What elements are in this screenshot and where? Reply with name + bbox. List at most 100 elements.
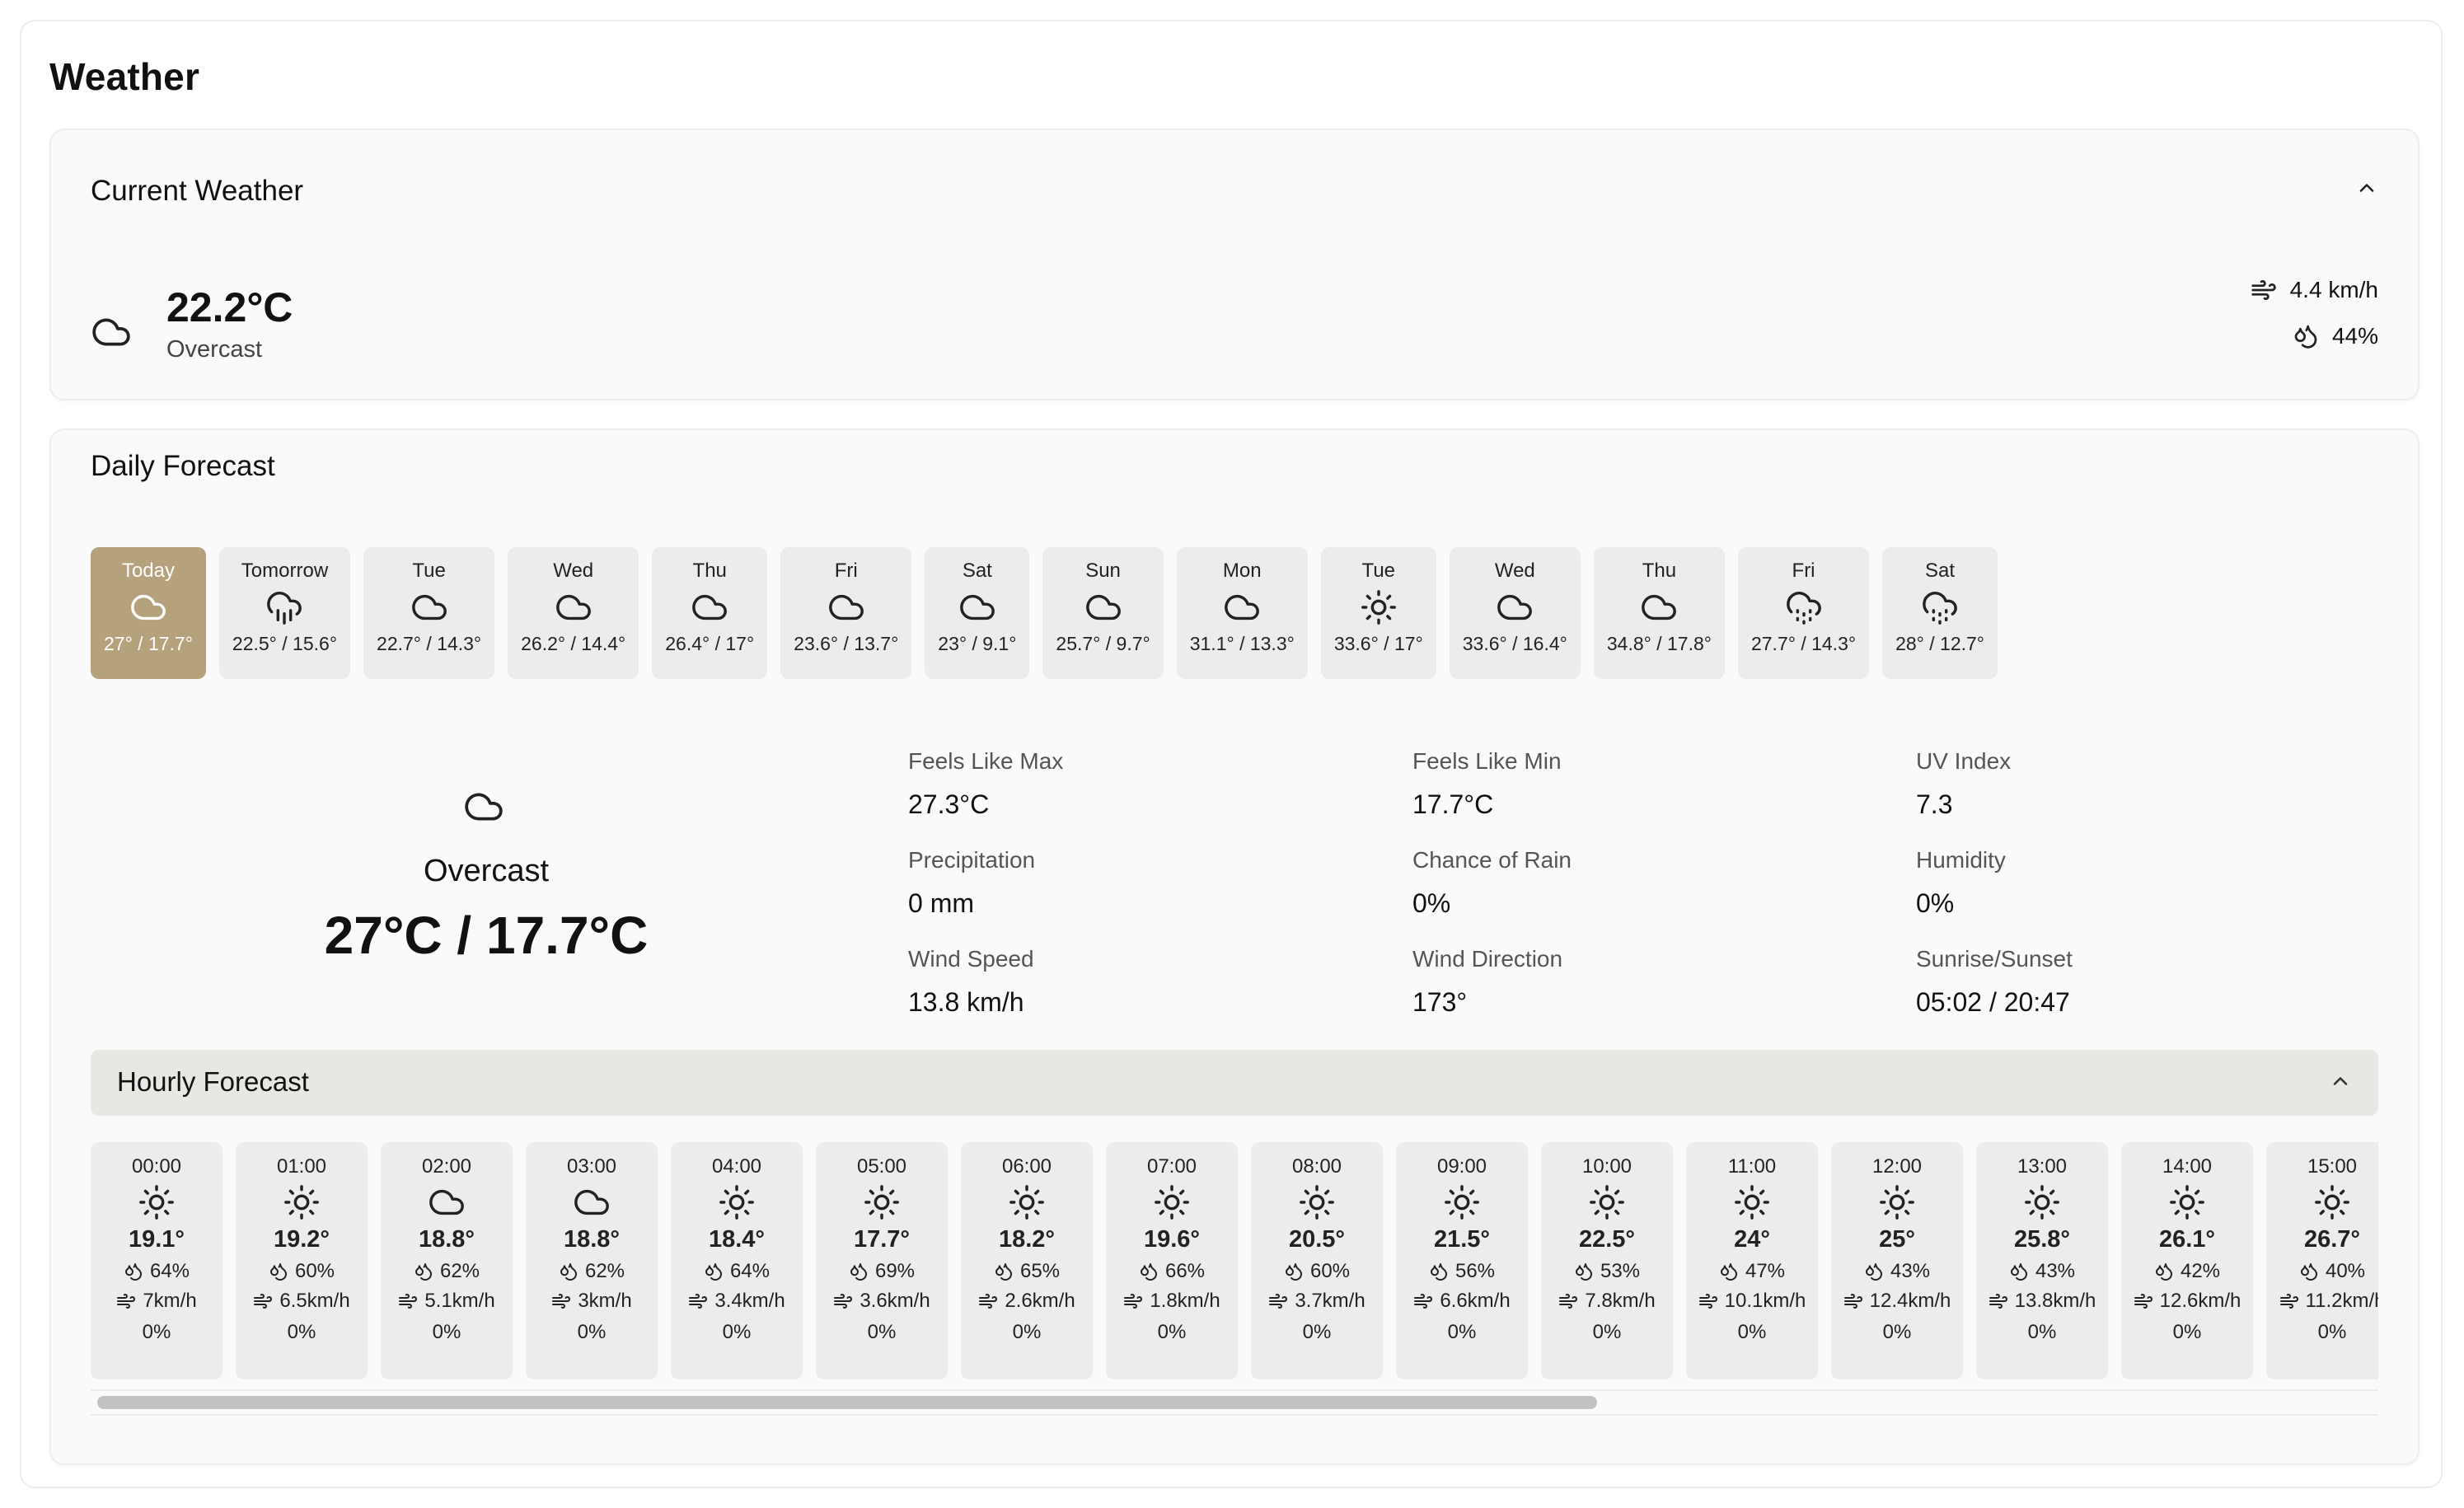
droplets-icon [1284, 1262, 1304, 1281]
hour-wind: 3km/h [551, 1290, 632, 1313]
metric-label: Humidity [1916, 847, 2006, 873]
hour-time: 08:00 [1291, 1155, 1342, 1178]
hour-wind-value: 3.7km/h [1295, 1290, 1366, 1312]
hour-humidity-value: 47% [1745, 1260, 1786, 1282]
hour-wind: 5.1km/h [398, 1290, 495, 1313]
sun-icon [1298, 1183, 1336, 1221]
cloud-icon [129, 588, 167, 626]
day-card-fri[interactable]: Fri 23.6° / 13.7° [780, 547, 912, 679]
hourly-scroll-area[interactable]: 00:00 19.1° 64% 7km/h 0% 01:00 19.2° 60% 6.5km/h… [91, 1142, 2378, 1381]
metric-label: Wind Direction [1412, 946, 1563, 972]
metric-value: 13.8 km/h [908, 987, 1024, 1017]
hour-wind-value: 2.6km/h [1005, 1290, 1075, 1312]
day-temperature-range: 22.7° / 14.3° [377, 633, 482, 654]
hour-humidity-value: 69% [874, 1260, 916, 1282]
hour-time: 04:00 [711, 1155, 762, 1178]
droplets-icon [849, 1262, 869, 1281]
horizontal-scrollbar[interactable] [91, 1389, 2378, 1416]
hour-temperature: 25° [1879, 1226, 1915, 1253]
day-temperature-range: 34.8° / 17.8° [1606, 633, 1712, 654]
metric-value: 05:02 / 20:47 [1916, 987, 2070, 1017]
day-name: Thu [692, 560, 727, 582]
day-card-sun[interactable]: Sun 25.7° / 9.7° [1042, 547, 1164, 679]
day-temperature-range: 31.1° / 13.3° [1189, 633, 1295, 654]
cloud-icon [827, 588, 865, 626]
sun-icon [1878, 1183, 1916, 1221]
hour-time: 02:00 [421, 1155, 472, 1178]
hour-humidity: 43% [1864, 1260, 1930, 1283]
day-name: Sat [962, 560, 992, 582]
sun-icon [1153, 1183, 1191, 1221]
hour-humidity: 40% [2299, 1260, 2365, 1283]
hour-precipitation: 0% [2027, 1321, 2057, 1343]
hour-card: 01:00 19.2° 60% 6.5km/h 0% [236, 1142, 368, 1379]
hour-temperature: 18.4° [708, 1226, 766, 1253]
cloud-icon [1223, 588, 1261, 626]
hour-humidity: 53% [1574, 1260, 1640, 1283]
wind-icon [1558, 1291, 1578, 1311]
metric-label: Precipitation [908, 847, 1036, 873]
day-card-tue[interactable]: Tue 22.7° / 14.3° [363, 547, 495, 679]
hourly-list: 00:00 19.1° 64% 7km/h 0% 01:00 19.2° 60% 6.5km/h… [91, 1142, 2378, 1379]
day-name: Thu [1642, 560, 1677, 582]
hourly-forecast-header[interactable]: Hourly Forecast [91, 1050, 2378, 1116]
chevron-up-icon[interactable] [2355, 176, 2378, 199]
hour-precipitation: 0% [2317, 1321, 2347, 1343]
wind-icon [1843, 1291, 1863, 1311]
hour-humidity: 47% [1719, 1260, 1785, 1283]
hour-wind-value: 1.8km/h [1150, 1290, 1220, 1312]
droplets-icon [1429, 1262, 1449, 1281]
hour-humidity-value: 42% [2180, 1260, 2221, 1282]
hour-wind-value: 12.4km/h [1869, 1290, 1951, 1312]
metric-uv-index: UV Index 7.3 [1916, 748, 2377, 820]
metric-precipitation: Precipitation 0 mm [908, 847, 1370, 919]
wind-icon [116, 1291, 136, 1311]
current-wind: 4.4 km/h [2251, 277, 2378, 303]
hour-temperature: 20.5° [1288, 1226, 1346, 1253]
scrollbar-thumb[interactable] [97, 1396, 1597, 1409]
daily-forecast-title: Daily Forecast [91, 450, 275, 482]
metric-value: 7.3 [1916, 789, 1953, 819]
metric-sunrise-sunset: Sunrise/Sunset 05:02 / 20:47 [1916, 946, 2377, 1018]
hour-precipitation: 0% [577, 1321, 607, 1343]
hour-card: 12:00 25° 43% 12.4km/h 0% [1831, 1142, 1963, 1379]
day-card-fri[interactable]: Fri 27.7° / 14.3° [1737, 547, 1870, 679]
hour-wind: 12.4km/h [1843, 1290, 1951, 1313]
day-card-sat[interactable]: Sat 23° / 9.1° [925, 547, 1030, 679]
metric-value: 17.7°C [1412, 789, 1494, 819]
hour-precipitation: 0% [1737, 1321, 1767, 1343]
hour-wind-value: 12.6km/h [2159, 1290, 2241, 1312]
day-card-mon[interactable]: Mon 31.1° / 13.3° [1176, 547, 1308, 679]
hour-humidity: 60% [1284, 1260, 1350, 1283]
metric-label: Wind Speed [908, 946, 1034, 972]
hour-wind-value: 3.6km/h [860, 1290, 930, 1312]
day-card-today[interactable]: Today 27° / 17.7° [91, 547, 206, 679]
hour-time: 15:00 [2307, 1155, 2358, 1178]
day-card-thu[interactable]: Thu 34.8° / 17.8° [1593, 547, 1725, 679]
hour-humidity-value: 64% [729, 1260, 771, 1282]
chevron-up-icon[interactable] [2329, 1070, 2352, 1093]
hour-wind-value: 13.8km/h [2014, 1290, 2096, 1312]
day-card-tue[interactable]: Tue 33.6° / 17° [1320, 547, 1436, 679]
cloud-icon [555, 588, 593, 626]
hour-humidity: 64% [704, 1260, 770, 1283]
day-card-wed[interactable]: Wed 33.6° / 16.4° [1449, 547, 1581, 679]
hour-precipitation: 0% [287, 1321, 316, 1343]
sun-icon [718, 1183, 756, 1221]
wind-icon [1989, 1291, 2008, 1311]
metric-wind-direction: Wind Direction 173° [1412, 946, 1874, 1018]
hour-humidity-value: 43% [1890, 1260, 1931, 1282]
hour-humidity-value: 40% [2325, 1260, 2366, 1282]
day-card-sat[interactable]: Sat 28° / 12.7° [1882, 547, 1998, 679]
hour-wind: 3.4km/h [688, 1290, 785, 1313]
sun-icon [283, 1183, 321, 1221]
wind-icon [688, 1291, 708, 1311]
day-name: Tomorrow [241, 560, 329, 582]
hour-wind-value: 6.6km/h [1440, 1290, 1511, 1312]
metric-humidity: Humidity 0% [1916, 847, 2377, 919]
detail-condition: Overcast [423, 854, 550, 888]
day-card-tomorrow[interactable]: Tomorrow 22.5° / 15.6° [218, 547, 351, 679]
hour-card: 02:00 18.8° 62% 5.1km/h 0% [381, 1142, 513, 1379]
day-card-thu[interactable]: Thu 26.4° / 17° [652, 547, 768, 679]
day-card-wed[interactable]: Wed 26.2° / 14.4° [508, 547, 639, 679]
